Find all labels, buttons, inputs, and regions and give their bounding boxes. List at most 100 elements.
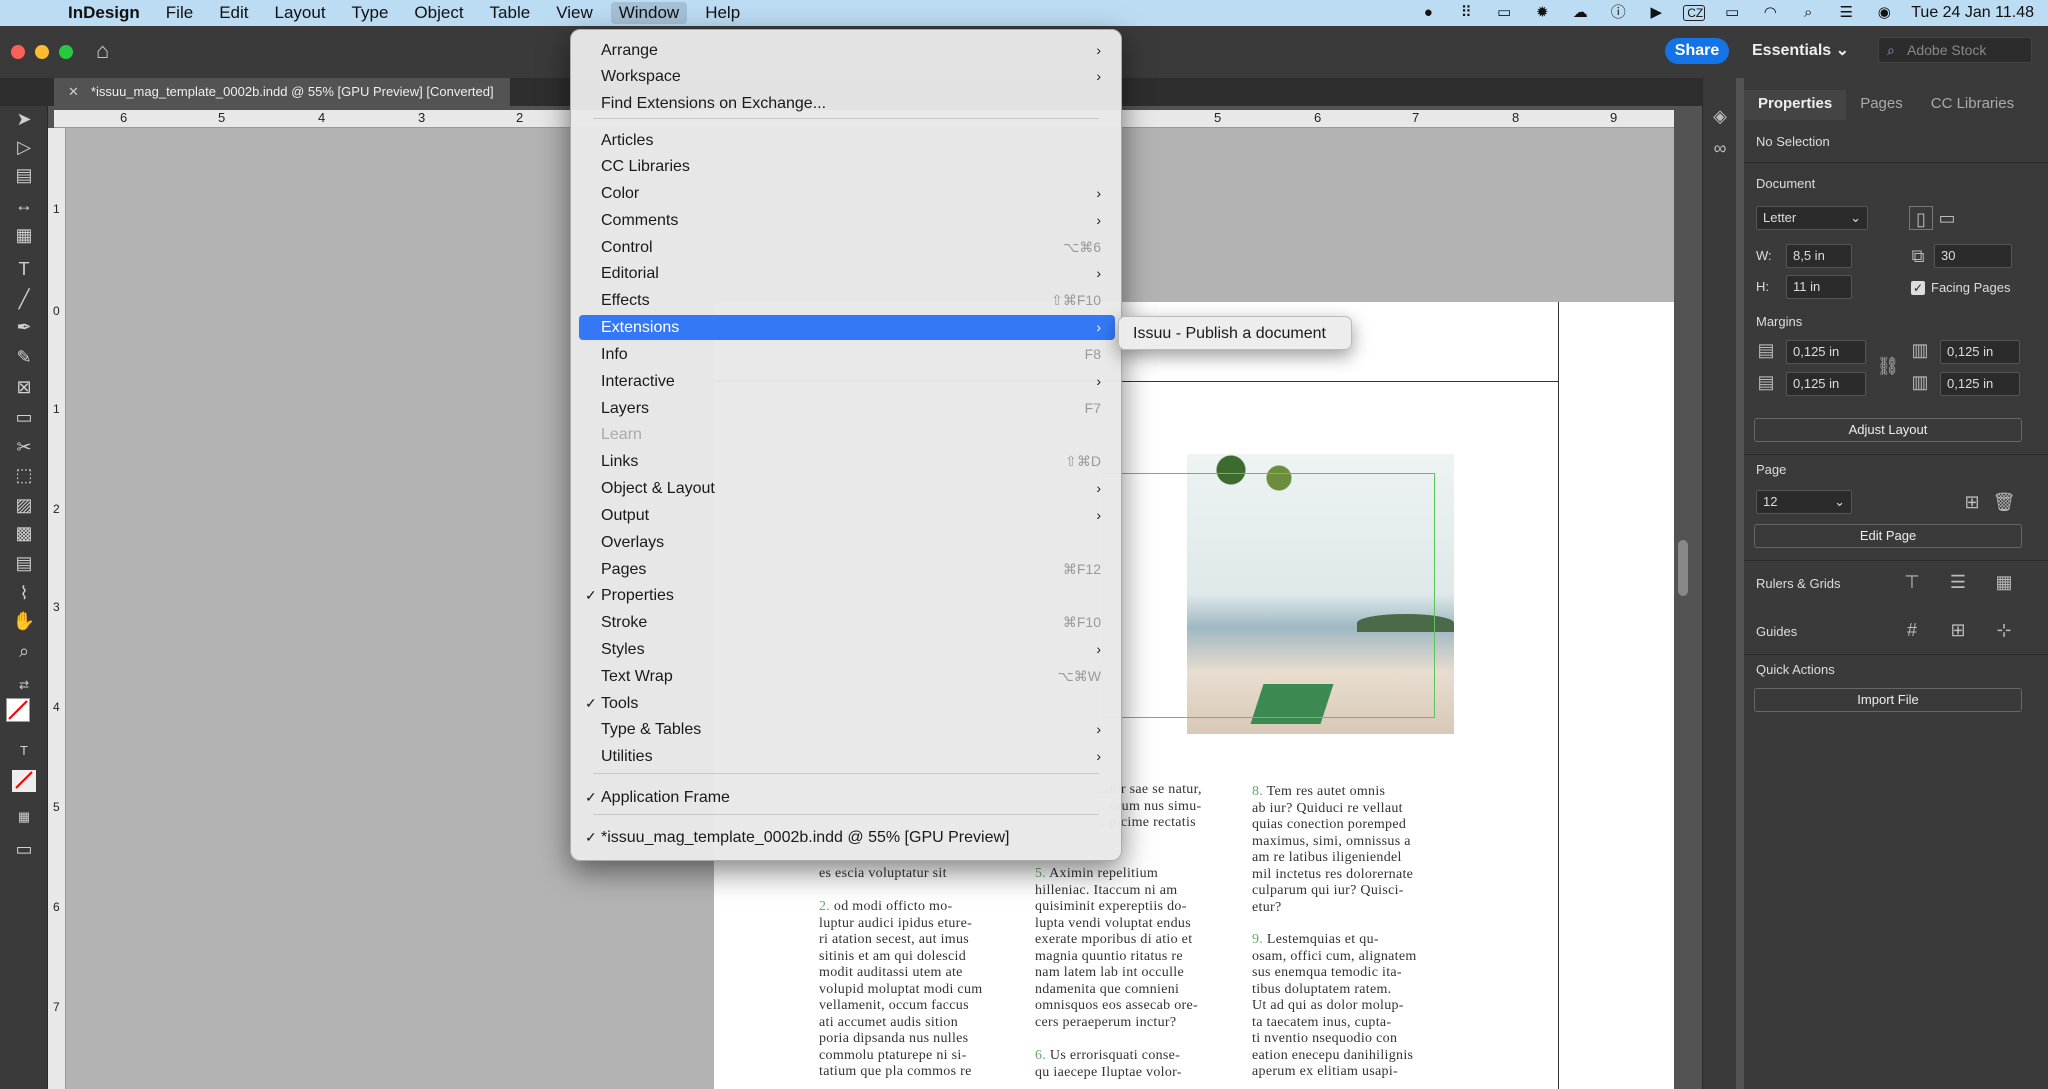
share-button[interactable]: Share xyxy=(1665,38,1729,64)
screen-mode-icon[interactable]: ▭ xyxy=(12,838,36,860)
menu-table[interactable]: Table xyxy=(490,3,531,23)
free-transform-tool-icon[interactable]: ⬚ xyxy=(12,464,36,486)
zoom-tool-icon[interactable]: ⌕ xyxy=(12,640,36,662)
page-number-dropdown[interactable]: 12 ⌄ xyxy=(1756,490,1852,514)
vertical-ruler[interactable]: 1 0 1 2 3 4 5 6 7 xyxy=(48,128,66,1089)
menu-item-comments[interactable]: Comments › xyxy=(579,208,1115,233)
links-panel-icon[interactable]: ∞ xyxy=(1708,136,1732,160)
clock[interactable]: Tue 24 Jan 11.48 xyxy=(1911,4,2034,22)
workspace-switcher[interactable]: Essentials ⌄ xyxy=(1752,40,1849,60)
menu-item-arrange[interactable]: Arrange › xyxy=(579,38,1115,63)
note-tool-icon[interactable]: ▤ xyxy=(12,552,36,574)
spotlight-search-icon[interactable]: ⌕ xyxy=(1797,5,1819,21)
siri-icon[interactable]: ◉ xyxy=(1873,5,1895,21)
height-field[interactable]: 11 in xyxy=(1786,275,1852,299)
rulers-icon[interactable]: ⊤ xyxy=(1900,570,1924,594)
pages-count-field[interactable]: 30 xyxy=(1934,244,2012,268)
margin-outside-field[interactable]: 0,125 in xyxy=(1940,372,2020,396)
baseline-grid-icon[interactable]: ☰ xyxy=(1946,570,1970,594)
menu-item-tools[interactable]: ✓ Tools xyxy=(579,691,1115,716)
keyboard-layout-indicator[interactable]: CZ xyxy=(1683,5,1706,21)
home-icon[interactable]: ⌂ xyxy=(96,40,120,62)
menu-type[interactable]: Type xyxy=(352,3,389,23)
edit-page-button[interactable]: Edit Page xyxy=(1754,524,2022,548)
view-mode-icon[interactable]: ▦ xyxy=(12,806,36,828)
password-manager-icon[interactable]: ⓘ xyxy=(1607,5,1629,21)
battery-icon[interactable]: ▭ xyxy=(1721,5,1743,21)
menu-item-workspace[interactable]: Workspace › xyxy=(579,64,1115,89)
import-file-button[interactable]: Import File xyxy=(1754,688,2022,712)
link-margins-icon[interactable]: ⛓ xyxy=(1876,354,1900,378)
menu-item-utilities[interactable]: Utilities › xyxy=(579,744,1115,769)
tab-cc-libraries[interactable]: CC Libraries xyxy=(1917,90,2028,120)
direct-selection-tool-icon[interactable]: ▷ xyxy=(12,136,36,158)
gradient-feather-tool-icon[interactable]: ▩ xyxy=(12,522,36,544)
eyedropper-tool-icon[interactable]: ⌇ xyxy=(12,582,36,604)
menu-item-info[interactable]: Info F8 xyxy=(579,342,1115,367)
tab-properties[interactable]: Properties xyxy=(1744,90,1847,120)
control-center-icon[interactable]: ☰ xyxy=(1835,5,1857,21)
menu-item-find-extensions-on-exchange[interactable]: Find Extensions on Exchange... xyxy=(579,91,1115,116)
margin-inside-field[interactable]: 0,125 in xyxy=(1940,340,2020,364)
menu-item-overlays[interactable]: Overlays xyxy=(579,530,1115,555)
zoom-status-icon[interactable]: ● xyxy=(1417,5,1439,21)
pencil-tool-icon[interactable]: ✎ xyxy=(12,346,36,368)
page-size-dropdown[interactable]: Letter ⌄ xyxy=(1756,206,1868,230)
facing-pages-checkbox[interactable]: ✓ xyxy=(1911,281,1925,295)
delete-page-icon[interactable]: 🗑 xyxy=(1992,490,2016,514)
close-tab-icon[interactable]: ✕ xyxy=(68,84,79,99)
menu-help[interactable]: Help xyxy=(705,3,740,23)
menu-item-control[interactable]: Control ⌥⌘6 xyxy=(579,235,1115,260)
width-field[interactable]: 8,5 in xyxy=(1786,244,1852,268)
landscape-orientation-icon[interactable]: ▭ xyxy=(1935,206,1959,230)
gap-tool-icon[interactable]: ↔ xyxy=(12,194,36,216)
play-status-icon[interactable]: ▶ xyxy=(1645,5,1667,21)
menu-item-interactive[interactable]: Interactive › xyxy=(579,369,1115,394)
cloud-status-icon[interactable]: ☁ xyxy=(1569,5,1591,21)
rectangle-tool-icon[interactable]: ▭ xyxy=(12,406,36,428)
line-tool-icon[interactable]: ╱ xyxy=(12,288,36,310)
close-window-button[interactable] xyxy=(11,45,25,59)
menu-window[interactable]: Window xyxy=(610,2,688,24)
menu-item-type-tables[interactable]: Type & Tables › xyxy=(579,717,1115,742)
menu-item-extensions[interactable]: Extensions › xyxy=(579,315,1115,340)
rectangle-frame-tool-icon[interactable]: ⊠ xyxy=(12,376,36,398)
menu-item-color[interactable]: Color › xyxy=(579,181,1115,206)
menu-item-pages[interactable]: Pages ⌘F12 xyxy=(579,557,1115,582)
menu-item-links[interactable]: Links ⇧⌘D xyxy=(579,449,1115,474)
fill-swatch[interactable] xyxy=(6,698,30,722)
grid-status-icon[interactable]: ⠿ xyxy=(1455,5,1477,21)
menu-item-output[interactable]: Output › xyxy=(579,503,1115,528)
layers-panel-icon[interactable]: ◈ xyxy=(1708,104,1732,128)
menu-edit[interactable]: Edit xyxy=(219,3,248,23)
brightness-status-icon[interactable]: ✹ xyxy=(1531,5,1553,21)
pen-tool-icon[interactable]: ✒ xyxy=(12,316,36,338)
gradient-swatch-tool-icon[interactable]: ▨ xyxy=(12,494,36,516)
menu-item-editorial[interactable]: Editorial › xyxy=(579,261,1115,286)
portrait-orientation-icon[interactable]: ▯ xyxy=(1909,206,1933,230)
document-tab[interactable]: ✕ *issuu_mag_template_0002b.indd @ 55% [G… xyxy=(54,78,510,106)
tab-pages[interactable]: Pages xyxy=(1846,90,1917,120)
vertical-scrollbar-thumb[interactable] xyxy=(1678,540,1688,596)
menu-layout[interactable]: Layout xyxy=(275,3,326,23)
image-frame-outline[interactable] xyxy=(1102,473,1435,718)
menu-app-name[interactable]: InDesign xyxy=(68,3,140,23)
minimize-window-button[interactable] xyxy=(35,45,49,59)
type-tool-icon[interactable]: T xyxy=(12,258,36,280)
menu-item-layers[interactable]: Layers F7 xyxy=(579,396,1115,421)
display-status-icon[interactable]: ▭ xyxy=(1493,5,1515,21)
menu-item-application-frame[interactable]: ✓ Application Frame xyxy=(579,785,1115,810)
smart-guides-icon[interactable]: ⊹ xyxy=(1992,618,2016,642)
scissors-tool-icon[interactable]: ✂ xyxy=(12,436,36,458)
menu-item-text-wrap[interactable]: Text Wrap ⌥⌘W xyxy=(579,664,1115,689)
menu-item-cc-libraries[interactable]: CC Libraries xyxy=(579,154,1115,179)
formatting-affects-text-icon[interactable]: T xyxy=(12,740,36,762)
menu-view[interactable]: View xyxy=(556,3,593,23)
zoom-window-button[interactable] xyxy=(59,45,73,59)
menu-item-styles[interactable]: Styles › xyxy=(579,637,1115,662)
lock-guides-icon[interactable]: ⊞ xyxy=(1946,618,1970,642)
content-collector-icon[interactable]: ▦ xyxy=(12,224,36,246)
margin-top-field[interactable]: 0,125 in xyxy=(1786,340,1866,364)
apply-none-icon[interactable] xyxy=(12,770,36,792)
menu-item-object-layout[interactable]: Object & Layout › xyxy=(579,476,1115,501)
